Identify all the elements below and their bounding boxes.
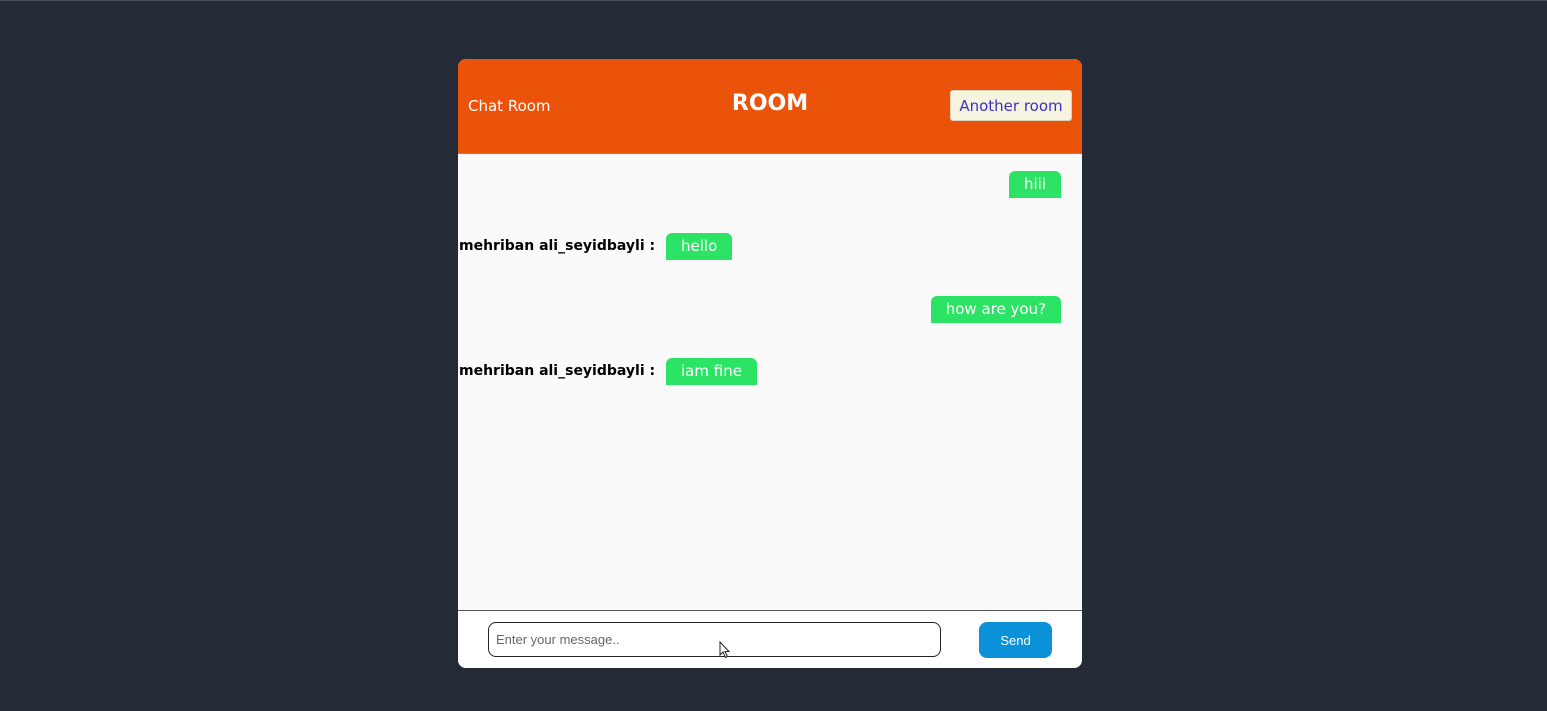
another-room-button[interactable]: Another room — [950, 90, 1072, 121]
message-input[interactable] — [488, 622, 941, 657]
chat-header: Chat Room ROOM Another room — [458, 59, 1082, 154]
chat-window: Chat Room ROOM Another room hiii mehriba… — [458, 59, 1082, 668]
received-message-bubble: iam fine — [666, 358, 757, 385]
own-message-bubble: how are you? — [930, 296, 1061, 323]
message-sender-name: mehriban ali_seyidbayli : — [459, 363, 656, 379]
own-message-bubble: hiii — [1008, 171, 1061, 198]
message-list: hiii mehriban ali_seyidbayli : hello how… — [458, 154, 1082, 610]
chat-footer: Send — [458, 610, 1082, 668]
send-button[interactable]: Send — [979, 622, 1052, 658]
page-top-border — [0, 0, 1547, 1]
received-message-bubble: hello — [666, 233, 733, 260]
mouse-pointer-icon — [719, 641, 731, 659]
message-sender-name: mehriban ali_seyidbayli : — [459, 238, 656, 254]
